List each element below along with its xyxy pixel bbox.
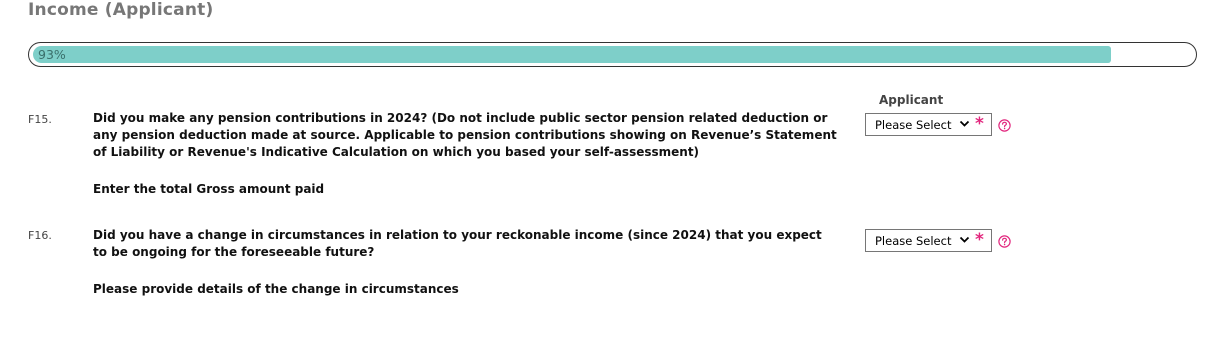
- chevron-down-icon: [959, 236, 970, 243]
- required-indicator: *: [975, 114, 984, 134]
- column-header-applicant: Applicant: [879, 93, 944, 107]
- applicant-select-f15[interactable]: Please Select: [865, 113, 992, 136]
- applicant-select-f16[interactable]: Please Select: [865, 229, 992, 252]
- select-value: Please Select: [875, 234, 952, 248]
- progress-fill: [33, 46, 1111, 63]
- question-text-f16: Did you have a change in circumstances i…: [93, 228, 822, 259]
- question-circle-icon[interactable]: [998, 235, 1011, 248]
- question-number-f16: F16.: [28, 229, 52, 242]
- chevron-down-icon: [959, 120, 970, 127]
- progress-label: 93%: [38, 47, 66, 62]
- progress-bar: 93%: [28, 42, 1197, 67]
- required-indicator: *: [975, 230, 984, 250]
- income-applicant-form: Income (Applicant) 93% Applicant F15. Di…: [0, 0, 1209, 343]
- question-subtext-f15: Enter the total Gross amount paid: [93, 182, 325, 196]
- select-value: Please Select: [875, 118, 952, 132]
- question-text-f15: Did you make any pension contributions i…: [93, 111, 837, 159]
- question-circle-icon[interactable]: [998, 119, 1011, 132]
- question-subtext-f16: Please provide details of the change in …: [93, 282, 459, 296]
- question-number-f15: F15.: [28, 113, 52, 126]
- section-title: Income (Applicant): [28, 0, 214, 20]
